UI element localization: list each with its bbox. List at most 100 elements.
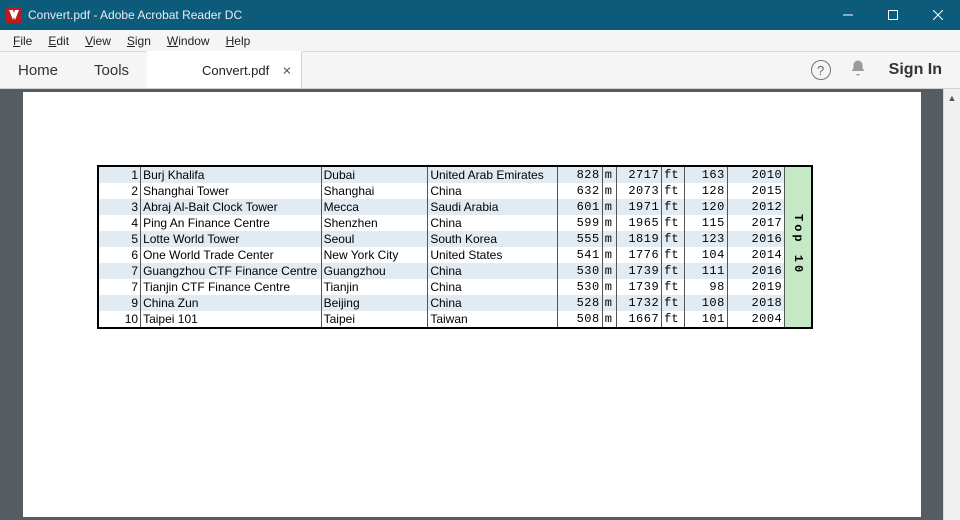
cell-floors: 128 [684,183,727,199]
cell-unit-m: m [602,166,616,183]
cell-country: China [428,279,557,295]
cell-floors: 120 [684,199,727,215]
cell-country: South Korea [428,231,557,247]
cell-unit-ft: ft [662,183,685,199]
cell-height-m: 530 [557,279,602,295]
cell-unit-ft: ft [662,199,685,215]
cell-city: New York City [321,247,428,263]
cell-city: Tianjin [321,279,428,295]
table-row: 1Burj KhalifaDubaiUnited Arab Emirates82… [98,166,812,183]
cell-unit-m: m [602,183,616,199]
cell-unit-m: m [602,247,616,263]
cell-height-ft: 1739 [617,263,662,279]
table-row: 7Guangzhou CTF Finance CentreGuangzhouCh… [98,263,812,279]
cell-unit-m: m [602,295,616,311]
menu-help[interactable]: Help [219,32,258,50]
window-title: Convert.pdf - Adobe Acrobat Reader DC [28,8,242,22]
scroll-up-arrow-icon[interactable]: ▲ [944,89,960,106]
cell-year: 2004 [727,311,784,328]
cell-height-m: 508 [557,311,602,328]
cell-floors: 123 [684,231,727,247]
cell-country: United States [428,247,557,263]
cell-floors: 98 [684,279,727,295]
page-viewport[interactable]: 1Burj KhalifaDubaiUnited Arab Emirates82… [0,89,943,520]
cell-height-ft: 1667 [617,311,662,328]
menu-window[interactable]: Window [160,32,217,50]
cell-unit-m: m [602,279,616,295]
cell-floors: 104 [684,247,727,263]
table-row: 4Ping An Finance CentreShenzhenChina599m… [98,215,812,231]
toolbar: Home Tools Convert.pdf × ? Sign In [0,52,960,89]
cell-year: 2017 [727,215,784,231]
cell-year: 2016 [727,231,784,247]
cell-unit-m: m [602,263,616,279]
menu-sign-label: S [127,34,135,48]
maximize-button[interactable] [870,0,915,30]
cell-height-ft: 1819 [617,231,662,247]
minimize-button[interactable] [825,0,870,30]
menu-edit[interactable]: Edit [41,32,76,50]
cell-height-m: 601 [557,199,602,215]
titlebar: Convert.pdf - Adobe Acrobat Reader DC [0,0,960,30]
cell-height-ft: 1965 [617,215,662,231]
cell-city: Guangzhou [321,263,428,279]
cell-unit-ft: ft [662,231,685,247]
menu-view[interactable]: View [78,32,118,50]
cell-floors: 108 [684,295,727,311]
notifications-icon[interactable] [849,59,867,82]
help-icon[interactable]: ? [811,60,831,80]
cell-height-ft: 1739 [617,279,662,295]
scrollbar-thumb[interactable] [944,106,960,176]
cell-city: Mecca [321,199,428,215]
menu-file[interactable]: File [6,32,39,50]
cell-year: 2016 [727,263,784,279]
pdf-page: 1Burj KhalifaDubaiUnited Arab Emirates82… [23,92,921,517]
cell-floors: 115 [684,215,727,231]
cell-city: Shanghai [321,183,428,199]
table-row: 3Abraj Al-Bait Clock TowerMeccaSaudi Ara… [98,199,812,215]
cell-country: China [428,215,557,231]
cell-city: Taipei [321,311,428,328]
home-button[interactable]: Home [0,52,76,88]
cell-height-m: 555 [557,231,602,247]
cell-unit-ft: ft [662,263,685,279]
cell-country: China [428,295,557,311]
cell-year: 2015 [727,183,784,199]
cell-city: Shenzhen [321,215,428,231]
cell-name: Shanghai Tower [141,183,322,199]
cell-name: Tianjin CTF Finance Centre [141,279,322,295]
cell-country: China [428,183,557,199]
table-row: 10Taipei 101TaipeiTaiwan508m1667ft101200… [98,311,812,328]
cell-name: Taipei 101 [141,311,322,328]
cell-city: Seoul [321,231,428,247]
document-tab[interactable]: Convert.pdf × [147,51,302,88]
cell-height-m: 828 [557,166,602,183]
menu-sign[interactable]: Sign [120,32,158,50]
cell-height-ft: 2717 [617,166,662,183]
menu-help-label: H [226,34,235,48]
cell-rank: 5 [98,231,141,247]
menubar: File Edit View Sign Window Help [0,30,960,52]
cell-height-ft: 1776 [617,247,662,263]
cell-unit-ft: ft [662,295,685,311]
cell-height-ft: 1732 [617,295,662,311]
cell-year: 2019 [727,279,784,295]
cell-name: Burj Khalifa [141,166,322,183]
vertical-scrollbar[interactable]: ▲ [943,89,960,520]
cell-city: Beijing [321,295,428,311]
document-tab-label: Convert.pdf [202,63,269,78]
cell-rank: 2 [98,183,141,199]
sign-in-button[interactable]: Sign In [885,61,946,79]
tab-close-icon[interactable]: × [282,63,291,78]
cell-country: Saudi Arabia [428,199,557,215]
close-button[interactable] [915,0,960,30]
cell-height-ft: 2073 [617,183,662,199]
acrobat-app-icon [6,7,22,23]
cell-rank: 6 [98,247,141,263]
cell-floors: 111 [684,263,727,279]
tools-button[interactable]: Tools [76,52,147,88]
cell-rank: 7 [98,263,141,279]
table-row: 9China ZunBeijingChina528m1732ft1082018 [98,295,812,311]
buildings-table: 1Burj KhalifaDubaiUnited Arab Emirates82… [97,165,813,329]
cell-name: Lotte World Tower [141,231,322,247]
